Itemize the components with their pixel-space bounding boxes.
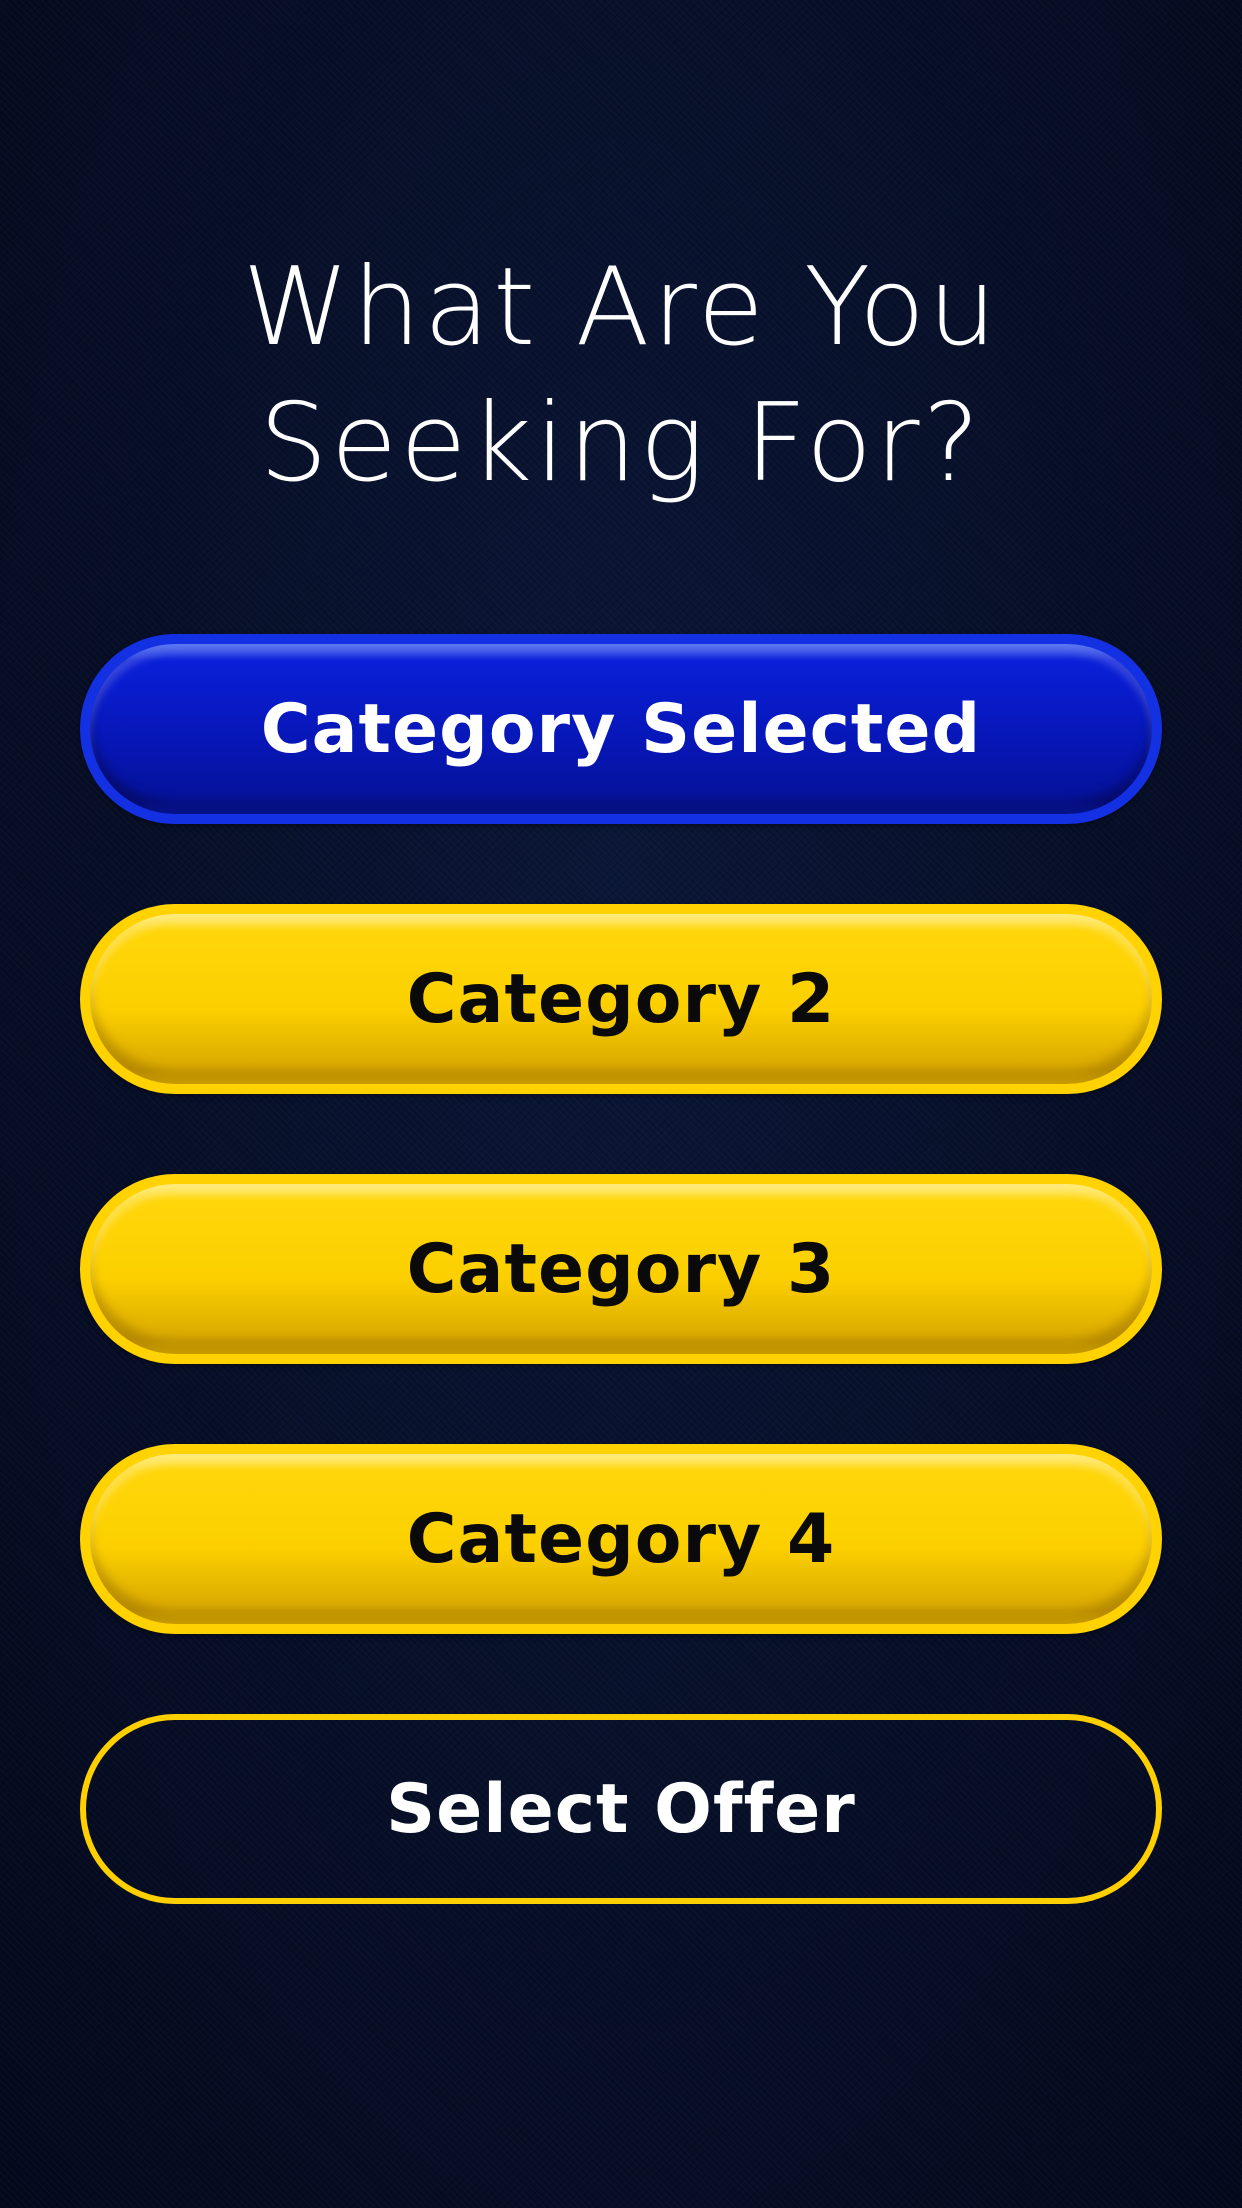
page-title-line-1: What Are You: [242, 245, 1000, 370]
select-offer-label: Select Offer: [386, 1769, 856, 1849]
category-2-button[interactable]: Category 2: [80, 904, 1162, 1094]
category-selected-button[interactable]: Category Selected: [80, 634, 1162, 824]
page-title: What Are You Seeking For?: [0, 240, 1242, 512]
page-title-line-2: Seeking For?: [259, 381, 983, 506]
category-2-label: Category 2: [406, 959, 836, 1039]
category-3-button[interactable]: Category 3: [80, 1174, 1162, 1364]
category-selection-screen: What Are You Seeking For? Category Selec…: [0, 0, 1242, 2208]
category-selected-label: Category Selected: [260, 689, 982, 769]
category-4-label: Category 4: [406, 1499, 836, 1579]
category-4-button[interactable]: Category 4: [80, 1444, 1162, 1634]
category-3-label: Category 3: [406, 1229, 836, 1309]
select-offer-button[interactable]: Select Offer: [80, 1714, 1162, 1904]
